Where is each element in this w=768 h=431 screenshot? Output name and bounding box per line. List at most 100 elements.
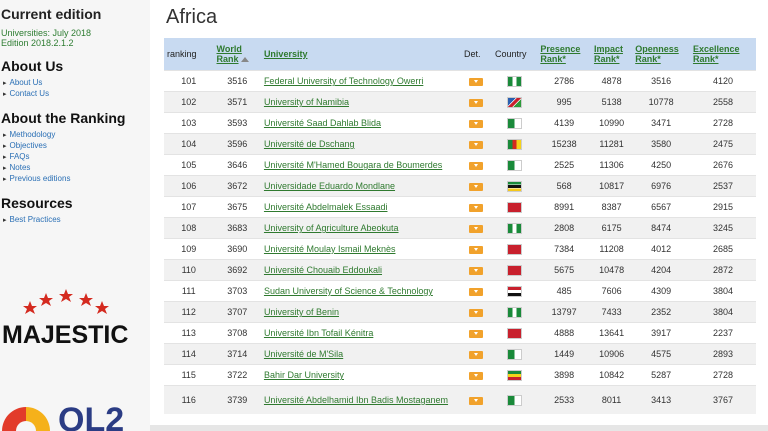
cell-presence-rank: 13797 — [537, 301, 591, 323]
university-link[interactable]: Sudan University of Science & Technology — [264, 286, 433, 296]
ql2-logo-text: QL2 — [58, 401, 124, 431]
university-link[interactable]: Université Chouaib Eddoukali — [264, 265, 382, 275]
cell-openness-rank: 3580 — [632, 133, 690, 155]
university-link[interactable]: Université Saad Dahlab Blida — [264, 118, 381, 128]
details-icon[interactable] — [469, 203, 484, 212]
header-world-rank-link[interactable]: World Rank — [217, 44, 242, 64]
nigeria-flag-icon — [507, 222, 523, 234]
link-objectives[interactable]: Objectives — [3, 141, 150, 152]
header-excellence-rank[interactable]: Excellence Rank* — [689, 38, 756, 71]
table-row: 101 3516 Federal University of Technology … — [164, 70, 756, 92]
sort-asc-icon[interactable] — [240, 57, 249, 63]
cell-impact-rank: 6175 — [590, 217, 633, 239]
details-icon[interactable] — [469, 182, 484, 191]
details-icon[interactable] — [469, 329, 484, 338]
cell-openness-rank: 2352 — [632, 301, 690, 323]
header-university-link[interactable]: University — [264, 49, 308, 59]
details-icon[interactable] — [469, 140, 484, 149]
university-link[interactable]: Université M'Hamed Bougara de Boumerdes — [264, 160, 442, 170]
details-icon[interactable] — [469, 224, 484, 233]
details-icon[interactable] — [469, 161, 484, 170]
cell-ranking: 112 — [164, 301, 214, 323]
header-excellence-rank-link[interactable]: Excellence Rank* — [693, 44, 740, 64]
details-icon[interactable] — [469, 308, 484, 317]
cell-impact-rank: 7433 — [590, 301, 633, 323]
university-link[interactable]: Université Abdelhamid Ibn Badis Mostagan… — [264, 395, 448, 405]
cell-country — [491, 280, 538, 302]
cell-openness-rank: 3917 — [632, 322, 690, 344]
university-link[interactable]: Universidade Eduardo Mondlane — [264, 181, 395, 191]
details-icon[interactable] — [469, 77, 484, 86]
sidebar: Current edition Universities: July 2018 … — [0, 0, 150, 431]
cell-impact-rank: 11208 — [590, 238, 633, 260]
university-link[interactable]: Université de Dschang — [264, 139, 355, 149]
ethiopia-flag-icon — [507, 369, 523, 381]
cell-country — [491, 91, 538, 113]
cell-det — [461, 343, 492, 365]
cell-impact-rank: 5138 — [590, 91, 633, 113]
header-impact-rank-link[interactable]: Impact Rank* — [594, 44, 623, 64]
cell-ranking: 103 — [164, 112, 214, 134]
cell-country — [491, 322, 538, 344]
cell-university: University of Namibia — [260, 91, 462, 113]
cell-country — [491, 301, 538, 323]
table-row: 114 3714 Université de M'Sila 1449 10906 4575… — [164, 343, 756, 365]
details-icon[interactable] — [469, 98, 484, 107]
header-impact-rank[interactable]: Impact Rank* — [590, 38, 633, 71]
cell-impact-rank: 10478 — [590, 259, 633, 281]
cell-openness-rank: 3471 — [632, 112, 690, 134]
cell-impact-rank: 4878 — [590, 70, 633, 92]
details-icon[interactable] — [469, 396, 484, 405]
cell-impact-rank: 10906 — [590, 343, 633, 365]
details-icon[interactable] — [469, 287, 484, 296]
details-icon[interactable] — [469, 350, 484, 359]
link-faqs[interactable]: FAQs — [3, 152, 150, 163]
cell-openness-rank: 4012 — [632, 238, 690, 260]
header-openness-rank-link[interactable]: Openness Rank* — [635, 44, 679, 64]
header-openness-rank[interactable]: Openness Rank* — [632, 38, 690, 71]
cell-presence-rank: 1449 — [537, 343, 591, 365]
details-icon[interactable] — [469, 371, 484, 380]
link-contact-us[interactable]: Contact Us — [3, 89, 150, 100]
link-best-practices[interactable]: Best Practices — [3, 215, 150, 226]
university-link[interactable]: Université Ibn Tofail Kénitra — [264, 328, 373, 338]
cell-university: Université Saad Dahlab Blida — [260, 112, 462, 134]
university-link[interactable]: Bahir Dar University — [264, 370, 344, 380]
cell-presence-rank: 4139 — [537, 112, 591, 134]
cell-world-rank: 3672 — [213, 175, 261, 197]
link-methodology[interactable]: Methodology — [3, 130, 150, 141]
university-link[interactable]: University of Agriculture Abeokuta — [264, 223, 399, 233]
cell-det — [461, 91, 492, 113]
cell-excellence-rank: 2676 — [689, 154, 756, 176]
details-icon[interactable] — [469, 266, 484, 275]
horizontal-scrollbar[interactable] — [150, 425, 768, 431]
university-link[interactable]: Université de M'Sila — [264, 349, 343, 359]
cell-excellence-rank: 2237 — [689, 322, 756, 344]
about-ranking-list: Methodology Objectives FAQs Notes Previo… — [0, 130, 150, 185]
majestic-logo[interactable]: MAJESTIC — [0, 286, 150, 350]
link-previous-editions[interactable]: Previous editions — [3, 174, 150, 185]
header-world-rank[interactable]: World Rank — [213, 38, 261, 71]
link-notes[interactable]: Notes — [3, 163, 150, 174]
header-presence-rank[interactable]: Presence Rank* — [537, 38, 591, 71]
university-link[interactable]: University of Benin — [264, 307, 339, 317]
ql2-logo[interactable]: QL2 — [0, 384, 150, 431]
cell-impact-rank: 7606 — [590, 280, 633, 302]
mozambique-flag-icon — [507, 180, 523, 192]
about-us-list: About Us Contact Us — [0, 78, 150, 100]
header-presence-rank-link[interactable]: Presence Rank* — [540, 44, 580, 64]
cell-world-rank: 3739 — [213, 385, 261, 414]
university-link[interactable]: Federal University of Technology Owerri — [264, 76, 423, 86]
university-link[interactable]: University of Namibia — [264, 97, 349, 107]
table-row: 113 3708 Université Ibn Tofail Kénitra 4888… — [164, 322, 756, 344]
university-link[interactable]: Université Abdelmalek Essaadi — [264, 202, 388, 212]
link-about-us[interactable]: About Us — [3, 78, 150, 89]
table-row: 111 3703 Sudan University of Science & Tec… — [164, 280, 756, 302]
cell-openness-rank: 4309 — [632, 280, 690, 302]
details-icon[interactable] — [469, 119, 484, 128]
cell-country — [491, 196, 538, 218]
cell-country — [491, 385, 538, 414]
header-university[interactable]: University — [260, 38, 462, 71]
university-link[interactable]: Université Moulay Ismail Meknès — [264, 244, 396, 254]
details-icon[interactable] — [469, 245, 484, 254]
